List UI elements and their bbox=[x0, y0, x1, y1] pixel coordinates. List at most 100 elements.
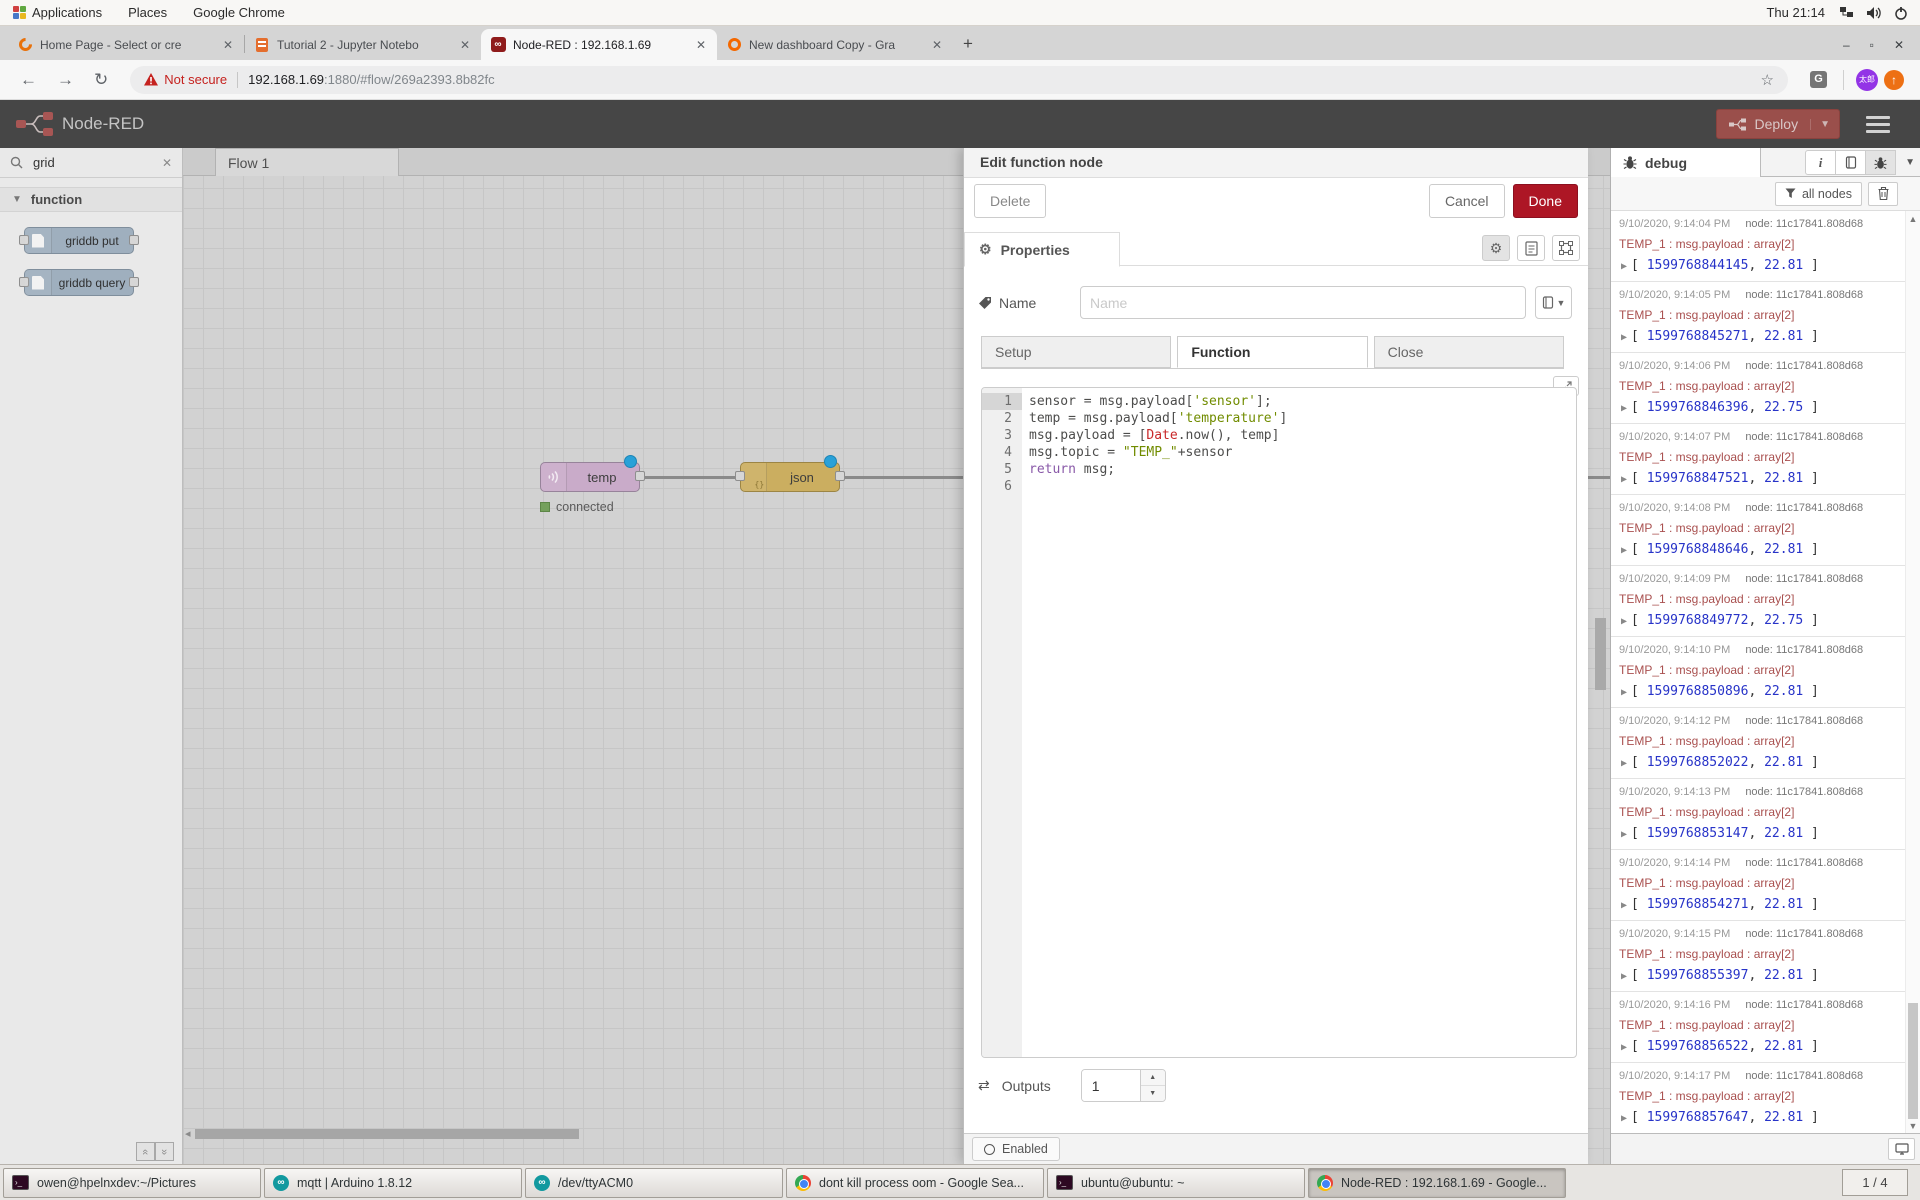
debug-message-payload[interactable]: ▶[ 1599768849772, 22.75 ] bbox=[1619, 613, 1900, 628]
tab-close[interactable]: Close bbox=[1374, 336, 1564, 368]
name-input[interactable] bbox=[1080, 286, 1526, 319]
expand-payload-icon[interactable]: ▶ bbox=[1621, 261, 1627, 272]
close-window-icon[interactable]: ✕ bbox=[1894, 38, 1904, 52]
debug-message-payload[interactable]: ▶[ 1599768854271, 22.81 ] bbox=[1619, 897, 1900, 912]
debug-message-payload[interactable]: ▶[ 1599768857647, 22.81 ] bbox=[1619, 1110, 1900, 1125]
tab-flow-1[interactable]: Flow 1 bbox=[215, 148, 399, 176]
tab-close-icon[interactable]: ✕ bbox=[458, 38, 472, 52]
taskbar-item-google-search[interactable]: dont kill process oom - Google Sea... bbox=[786, 1168, 1044, 1198]
json-output-port[interactable] bbox=[835, 471, 845, 481]
tab-jupyter[interactable]: Tutorial 2 - Jupyter Notebo ✕ bbox=[245, 29, 481, 60]
code-line[interactable]: return msg; bbox=[1029, 461, 1576, 478]
expand-payload-icon[interactable]: ▶ bbox=[1621, 829, 1627, 840]
sidebar-options-chevron-icon[interactable]: ▼ bbox=[1905, 157, 1915, 168]
tab-close-icon[interactable]: ✕ bbox=[930, 38, 944, 52]
properties-gear-button[interactable]: ⚙ bbox=[1482, 235, 1510, 261]
spinner-down-icon[interactable]: ▼ bbox=[1141, 1086, 1165, 1101]
node-temp[interactable]: temp bbox=[540, 462, 640, 492]
palette-node-griddb-put[interactable]: griddb put bbox=[24, 227, 134, 254]
wire-temp-json[interactable] bbox=[641, 476, 741, 479]
library-tab-button[interactable] bbox=[1835, 150, 1866, 175]
debug-message-list[interactable]: 9/10/2020, 9:14:04 PMnode: 11c17841.808d… bbox=[1611, 211, 1920, 1133]
address-bar[interactable]: Not secure 192.168.1.69 :1880/#flow/269a… bbox=[130, 66, 1788, 94]
info-tab-button[interactable]: i bbox=[1805, 150, 1836, 175]
taskbar-item-arduino-mqtt[interactable]: ∞ mqtt | Arduino 1.8.12 bbox=[264, 1168, 522, 1198]
cancel-button[interactable]: Cancel bbox=[1429, 184, 1505, 218]
expand-payload-icon[interactable]: ▶ bbox=[1621, 1042, 1627, 1053]
code-line[interactable]: sensor = msg.payload['sensor']; bbox=[1029, 393, 1576, 410]
clear-search-icon[interactable]: ✕ bbox=[162, 156, 172, 170]
code-lines[interactable]: sensor = msg.payload['sensor'];temp = ms… bbox=[1022, 388, 1576, 1057]
name-library-button[interactable]: ▼ bbox=[1535, 286, 1572, 319]
applications-menu[interactable]: Applications bbox=[0, 0, 115, 25]
code-line[interactable]: msg.topic = "TEMP_"+sensor bbox=[1029, 444, 1576, 461]
debug-message-payload[interactable]: ▶[ 1599768847521, 22.81 ] bbox=[1619, 471, 1900, 486]
expand-payload-icon[interactable]: ▶ bbox=[1621, 1113, 1627, 1124]
expand-payload-icon[interactable]: ▶ bbox=[1621, 403, 1627, 414]
tab-close-icon[interactable]: ✕ bbox=[694, 38, 708, 52]
taskbar-item-node-red-active[interactable]: Node-RED : 192.168.1.69 - Google... bbox=[1308, 1168, 1566, 1198]
delete-button[interactable]: Delete bbox=[974, 184, 1046, 218]
network-icon[interactable] bbox=[1839, 6, 1854, 20]
minimize-icon[interactable]: – bbox=[1843, 38, 1850, 52]
collapse-all-button[interactable]: « bbox=[136, 1142, 155, 1161]
horizontal-scrollbar[interactable] bbox=[195, 1129, 579, 1139]
tab-debug[interactable]: debug bbox=[1611, 148, 1761, 177]
power-icon[interactable] bbox=[1894, 6, 1908, 20]
expand-all-button[interactable]: » bbox=[155, 1142, 174, 1161]
expand-payload-icon[interactable]: ▶ bbox=[1621, 474, 1627, 485]
expand-payload-icon[interactable]: ▶ bbox=[1621, 332, 1627, 343]
expand-payload-icon[interactable]: ▶ bbox=[1621, 971, 1627, 982]
code-line[interactable]: temp = msg.payload['temperature'] bbox=[1029, 410, 1576, 427]
code-line[interactable]: msg.payload = [Date.now(), temp] bbox=[1029, 427, 1576, 444]
hscroll-left-arrow-icon[interactable]: ◂ bbox=[185, 1127, 191, 1140]
debug-message-payload[interactable]: ▶[ 1599768845271, 22.81 ] bbox=[1619, 329, 1900, 344]
vertical-scrollbar[interactable] bbox=[1595, 618, 1606, 690]
tab-home-page[interactable]: Home Page - Select or cre ✕ bbox=[8, 29, 244, 60]
tab-setup[interactable]: Setup bbox=[981, 336, 1171, 368]
clock[interactable]: Thu 21:14 bbox=[1766, 5, 1839, 20]
palette-search-box[interactable]: ✕ bbox=[0, 148, 182, 178]
description-button[interactable] bbox=[1517, 235, 1545, 261]
appearance-button[interactable] bbox=[1552, 235, 1580, 261]
extension-icon[interactable]: G bbox=[1810, 71, 1827, 88]
tab-properties[interactable]: ⚙ Properties bbox=[964, 232, 1120, 267]
open-debug-window-button[interactable] bbox=[1888, 1138, 1915, 1160]
expand-payload-icon[interactable]: ▶ bbox=[1621, 900, 1627, 911]
json-input-port[interactable] bbox=[735, 471, 745, 481]
done-button[interactable]: Done bbox=[1513, 184, 1578, 218]
enabled-toggle-button[interactable]: Enabled bbox=[972, 1137, 1060, 1161]
places-menu[interactable]: Places bbox=[115, 0, 180, 25]
scroll-down-icon[interactable]: ▼ bbox=[1906, 1121, 1920, 1131]
back-icon[interactable]: ← bbox=[10, 70, 47, 90]
filter-all-nodes-button[interactable]: all nodes bbox=[1775, 182, 1862, 206]
outputs-spinner[interactable]: ▲ ▼ bbox=[1081, 1069, 1166, 1102]
maximize-icon[interactable]: ▫ bbox=[1870, 38, 1874, 52]
profile-avatar[interactable]: 太郎 bbox=[1856, 69, 1878, 91]
code-editor[interactable]: 123456 sensor = msg.payload['sensor'];te… bbox=[981, 387, 1577, 1058]
clear-debug-button[interactable] bbox=[1868, 182, 1898, 206]
chrome-update-icon[interactable]: ↑ bbox=[1884, 70, 1904, 90]
forward-icon[interactable]: → bbox=[47, 70, 84, 90]
debug-scrollbar[interactable]: ▲ ▼ bbox=[1905, 211, 1920, 1133]
debug-message-payload[interactable]: ▶[ 1599768852022, 22.81 ] bbox=[1619, 755, 1900, 770]
expand-payload-icon[interactable]: ▶ bbox=[1621, 545, 1627, 556]
debug-tab-button[interactable] bbox=[1865, 150, 1896, 175]
palette-category-function[interactable]: ▼ function bbox=[0, 187, 182, 212]
expand-payload-icon[interactable]: ▶ bbox=[1621, 687, 1627, 698]
scroll-up-icon[interactable]: ▲ bbox=[1906, 214, 1920, 224]
deploy-button[interactable]: Deploy ▼ bbox=[1716, 109, 1841, 139]
palette-search-input[interactable] bbox=[31, 154, 154, 171]
debug-message-payload[interactable]: ▶[ 1599768855397, 22.81 ] bbox=[1619, 968, 1900, 983]
debug-message-payload[interactable]: ▶[ 1599768856522, 22.81 ] bbox=[1619, 1039, 1900, 1054]
not-secure-warning[interactable]: Not secure bbox=[144, 72, 227, 87]
temp-output-port[interactable] bbox=[635, 471, 645, 481]
tab-function[interactable]: Function bbox=[1177, 336, 1367, 368]
node-json[interactable]: {} json bbox=[740, 462, 840, 492]
outputs-input[interactable] bbox=[1082, 1070, 1140, 1101]
taskbar-item-ubuntu-terminal[interactable]: ›_ ubuntu@ubuntu: ~ bbox=[1047, 1168, 1305, 1198]
reload-icon[interactable]: ↻ bbox=[84, 70, 118, 90]
debug-message-payload[interactable]: ▶[ 1599768846396, 22.75 ] bbox=[1619, 400, 1900, 415]
new-tab-button[interactable]: + bbox=[953, 29, 983, 59]
debug-message-payload[interactable]: ▶[ 1599768853147, 22.81 ] bbox=[1619, 826, 1900, 841]
